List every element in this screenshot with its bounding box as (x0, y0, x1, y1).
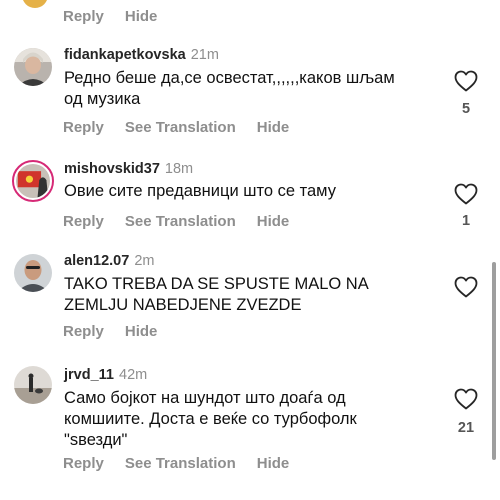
heart-outline-icon[interactable] (454, 276, 478, 298)
hide-button[interactable]: Hide (257, 213, 290, 230)
comment-username[interactable]: jrvd_11 (64, 367, 114, 383)
comment-text: TAKO TREBA DA SE SPUSTE MALO NA ZEMLJU N… (64, 275, 368, 314)
comment-actions: Reply Hide (63, 8, 157, 25)
comment-username[interactable]: fidankapetkovska (64, 47, 186, 63)
comment-actions: Reply See Translation Hide (63, 119, 289, 136)
avatar[interactable] (14, 48, 52, 86)
avatar[interactable] (22, 0, 48, 8)
see-translation-button[interactable]: See Translation (125, 455, 236, 472)
comment-text: Само бојкот на шундот што доаѓа од комши… (64, 389, 357, 449)
avatar-photo (16, 164, 50, 198)
see-translation-button[interactable]: See Translation (125, 119, 236, 136)
scrollbar[interactable] (492, 262, 496, 460)
comment-actions: Reply See Translation Hide (63, 455, 289, 472)
hide-button[interactable]: Hide (125, 8, 158, 25)
comment-time: 21m (190, 47, 219, 63)
heart-outline-icon[interactable] (454, 183, 478, 205)
like-count: 5 (461, 101, 471, 117)
avatar-photo (14, 254, 52, 292)
avatar-photo (14, 48, 52, 86)
comment-actions: Reply See Translation Hide (63, 213, 289, 230)
comment-username[interactable]: alen12.07 (64, 253, 129, 269)
hide-button[interactable]: Hide (125, 323, 158, 340)
comment-time: 2m (134, 253, 155, 269)
reply-button[interactable]: Reply (63, 455, 104, 472)
hide-button[interactable]: Hide (257, 119, 290, 136)
comment-time: 42m (119, 367, 148, 383)
heart-outline-icon[interactable] (454, 70, 478, 92)
avatar[interactable] (14, 254, 52, 292)
comment-text: Редно беше да,се освестат,,,,,,каков шља… (64, 69, 395, 108)
heart-outline-icon[interactable] (454, 388, 478, 410)
avatar[interactable] (14, 366, 52, 404)
like-count: 1 (461, 213, 471, 229)
hide-button[interactable]: Hide (257, 455, 290, 472)
like-count: 21 (457, 420, 475, 436)
see-translation-button[interactable]: See Translation (125, 213, 236, 230)
comment-text: Овие сите предавници што се таму (64, 182, 336, 200)
comment-username[interactable]: mishovskid37 (64, 161, 160, 177)
reply-button[interactable]: Reply (63, 119, 104, 136)
comment-actions: Reply Hide (63, 323, 157, 340)
avatar-photo (14, 366, 52, 404)
reply-button[interactable]: Reply (63, 213, 104, 230)
previous-comment-partial: Reply Hide (0, 0, 500, 32)
reply-button[interactable]: Reply (63, 323, 104, 340)
comment-time: 18m (164, 161, 194, 177)
reply-button[interactable]: Reply (63, 8, 104, 25)
avatar[interactable] (12, 160, 54, 202)
